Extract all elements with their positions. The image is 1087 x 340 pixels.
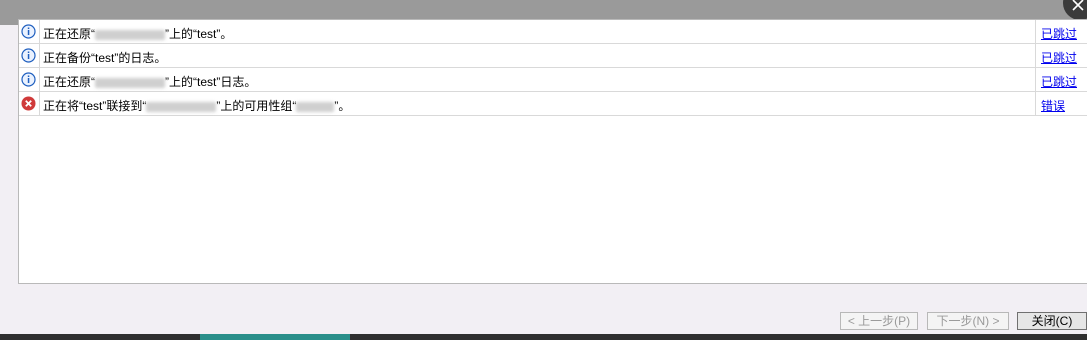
row-icon-cell [19, 44, 40, 67]
status-link-skipped[interactable]: 已跳过 [1041, 25, 1077, 42]
status-link-skipped[interactable]: 已跳过 [1041, 73, 1077, 90]
taskbar-accent [200, 334, 350, 340]
row-message: 正在将“test”联接到“ ”上的可用性组“ ”。 [43, 97, 350, 114]
message-suffix: ”。 [334, 99, 351, 113]
info-icon [21, 24, 36, 39]
row-message: 正在还原“ ”上的“test”日志。 [43, 73, 256, 90]
row-message: 正在备份“test”的日志。 [43, 51, 167, 65]
status-link-error[interactable]: 错误 [1041, 97, 1065, 114]
redacted-group-name [296, 101, 335, 112]
message-suffix: ”上的“test”日志。 [165, 75, 257, 89]
info-icon [21, 72, 36, 87]
row-icon-cell [19, 92, 40, 115]
table-row: 正在将“test”联接到“ ”上的可用性组“ ”。 错误 [19, 92, 1087, 116]
close-icon [1072, 0, 1084, 11]
redacted-server-name [146, 101, 217, 112]
close-button[interactable]: 关闭(C) [1017, 312, 1087, 330]
redacted-server-name [95, 77, 165, 88]
table-row: 正在还原“ ”上的“test”日志。 已跳过 [19, 68, 1087, 92]
row-status-cell: 已跳过 [1035, 68, 1087, 91]
message-prefix: 正在还原“ [43, 75, 95, 89]
error-icon [21, 96, 36, 111]
previous-button[interactable]: < 上一步(P) [840, 312, 918, 330]
taskbar-strip [0, 334, 1087, 340]
row-status-cell: 已跳过 [1035, 20, 1087, 43]
message-prefix: 正在还原“ [43, 27, 95, 41]
row-icon-cell [19, 68, 40, 91]
message-prefix: 正在将“test”联接到“ [43, 99, 147, 113]
message-suffix: ”上的“test”。 [165, 27, 233, 41]
row-icon-cell [19, 20, 40, 43]
table-row: 正在备份“test”的日志。 已跳过 [19, 44, 1087, 68]
row-status-cell: 错误 [1035, 92, 1087, 115]
redacted-server-name [95, 29, 165, 40]
next-button[interactable]: 下一步(N) > [927, 312, 1009, 330]
message-middle: ”上的可用性组“ [216, 99, 297, 113]
status-link-skipped[interactable]: 已跳过 [1041, 49, 1077, 66]
results-grid: 正在还原“ ”上的“test”。 已跳过 正在备份“test”的日志。 已跳过 [18, 19, 1087, 284]
row-status-cell: 已跳过 [1035, 44, 1087, 67]
table-row: 正在还原“ ”上的“test”。 已跳过 [19, 20, 1087, 44]
info-icon [21, 48, 36, 63]
row-message: 正在还原“ ”上的“test”。 [43, 25, 232, 42]
